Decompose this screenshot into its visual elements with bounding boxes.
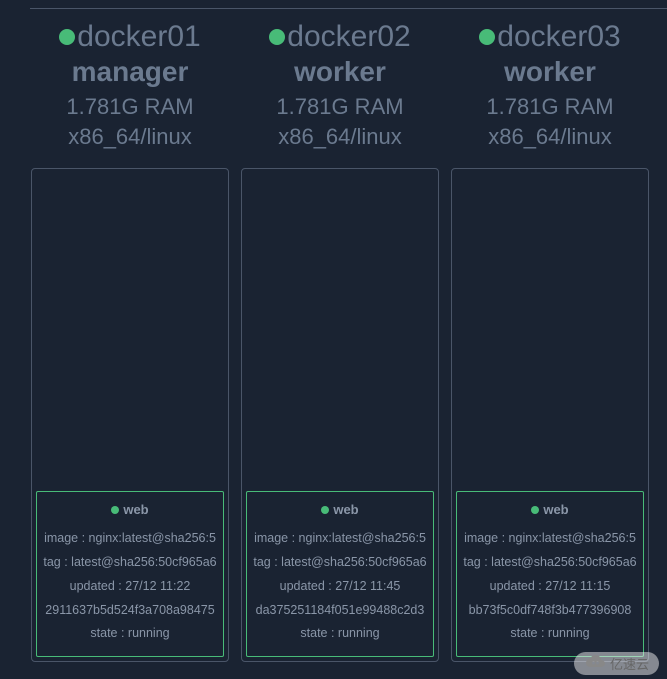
node-header: docker02 worker 1.781G RAM x86_64/linux	[269, 20, 410, 150]
service-id: bb73f5c0df748f3b477396908	[461, 599, 639, 623]
service-tag: tag : latest@sha256:50cf965a6	[461, 551, 639, 575]
node-role: worker	[269, 56, 410, 88]
node-name: docker02	[287, 20, 410, 54]
services-box: web image : nginx:latest@sha256:5 tag : …	[31, 168, 229, 662]
service-card[interactable]: web image : nginx:latest@sha256:5 tag : …	[246, 491, 434, 657]
service-name: web	[333, 502, 358, 517]
service-updated: updated : 27/12 11:45	[251, 575, 429, 599]
watermark-text: 亿速云	[610, 654, 649, 673]
node-ram: 1.781G RAM	[59, 94, 200, 120]
status-dot-icon	[531, 506, 539, 514]
node-title-row: docker01	[59, 20, 200, 54]
service-state: state : running	[461, 622, 639, 646]
service-tag: tag : latest@sha256:50cf965a6	[251, 551, 429, 575]
service-card[interactable]: web image : nginx:latest@sha256:5 tag : …	[36, 491, 224, 657]
node-role: manager	[59, 56, 200, 88]
service-id: da375251184f051e99488c2d3	[251, 599, 429, 623]
service-state: state : running	[251, 622, 429, 646]
status-dot-icon	[321, 506, 329, 514]
service-card[interactable]: web image : nginx:latest@sha256:5 tag : …	[456, 491, 644, 657]
status-dot-icon	[111, 506, 119, 514]
service-image: image : nginx:latest@sha256:5	[41, 527, 219, 551]
service-tag: tag : latest@sha256:50cf965a6	[41, 551, 219, 575]
service-image: image : nginx:latest@sha256:5	[461, 527, 639, 551]
node-column: docker01 manager 1.781G RAM x86_64/linux…	[30, 20, 230, 662]
services-box: web image : nginx:latest@sha256:5 tag : …	[451, 168, 649, 662]
service-title-row: web	[41, 502, 219, 517]
services-box: web image : nginx:latest@sha256:5 tag : …	[241, 168, 439, 662]
node-header: docker03 worker 1.781G RAM x86_64/linux	[479, 20, 620, 150]
service-name: web	[543, 502, 568, 517]
node-arch: x86_64/linux	[59, 124, 200, 150]
service-state: state : running	[41, 622, 219, 646]
node-title-row: docker02	[269, 20, 410, 54]
watermark: 亿速云	[574, 652, 659, 675]
node-ram: 1.781G RAM	[269, 94, 410, 120]
node-name: docker01	[77, 20, 200, 54]
node-ram: 1.781G RAM	[479, 94, 620, 120]
node-title-row: docker03	[479, 20, 620, 54]
node-arch: x86_64/linux	[269, 124, 410, 150]
node-header: docker01 manager 1.781G RAM x86_64/linux	[59, 20, 200, 150]
node-column: docker02 worker 1.781G RAM x86_64/linux …	[240, 20, 440, 662]
nodes-container: docker01 manager 1.781G RAM x86_64/linux…	[0, 0, 667, 662]
service-name: web	[123, 502, 148, 517]
node-column: docker03 worker 1.781G RAM x86_64/linux …	[450, 20, 650, 662]
service-updated: updated : 27/12 11:15	[461, 575, 639, 599]
service-image: image : nginx:latest@sha256:5	[251, 527, 429, 551]
status-dot-icon	[479, 29, 495, 45]
node-arch: x86_64/linux	[479, 124, 620, 150]
status-dot-icon	[59, 29, 75, 45]
service-title-row: web	[461, 502, 639, 517]
service-title-row: web	[251, 502, 429, 517]
node-name: docker03	[497, 20, 620, 54]
cloud-icon	[584, 654, 606, 673]
status-dot-icon	[269, 29, 285, 45]
service-id: 2911637b5d524f3a708a98475	[41, 599, 219, 623]
service-updated: updated : 27/12 11:22	[41, 575, 219, 599]
node-role: worker	[479, 56, 620, 88]
